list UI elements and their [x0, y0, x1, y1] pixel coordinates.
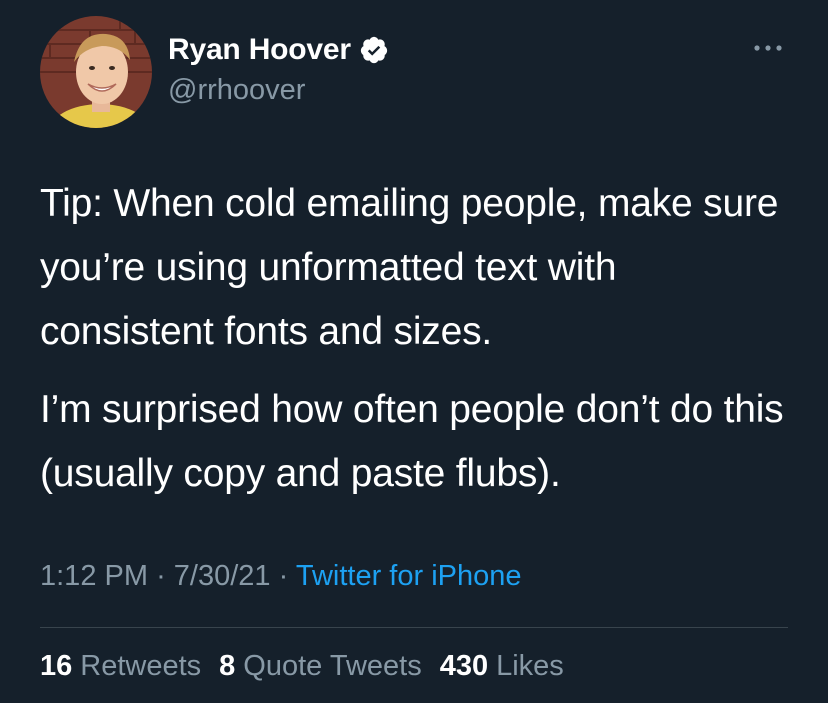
- meta-separator: ·: [278, 560, 289, 592]
- tweet-paragraph: I’m surprised how often people don’t do …: [40, 388, 784, 495]
- likes-count: 430: [439, 650, 489, 682]
- tweet-paragraph: Tip: When cold emailing people, make sur…: [40, 182, 779, 353]
- avatar[interactable]: [40, 16, 152, 128]
- meta-separator: ·: [156, 560, 166, 592]
- engagement-stats: 16 Retweets 8 Quote Tweets 430 Likes: [40, 650, 564, 683]
- tweet-header: Ryan Hoover @rrhoover: [40, 16, 788, 128]
- tweet-text: Tip: When cold emailing people, make sur…: [40, 172, 800, 506]
- retweets-stat[interactable]: 16 Retweets: [40, 650, 201, 683]
- likes-label: Likes: [496, 650, 564, 682]
- tweet-source-link[interactable]: Twitter for iPhone: [296, 560, 522, 592]
- more-horizontal-icon: [754, 45, 782, 51]
- name-row: Ryan Hoover: [168, 30, 389, 70]
- tweet-detail: Ryan Hoover @rrhoover Tip: When cold ema…: [0, 0, 828, 703]
- tweet-date[interactable]: 7/30/21: [174, 560, 271, 592]
- tweet-meta: 1:12 PM · 7/30/21 · Twitter for iPhone: [40, 560, 522, 593]
- verified-badge-icon: [359, 35, 389, 65]
- likes-stat[interactable]: 430 Likes: [440, 650, 564, 683]
- tweet-time[interactable]: 1:12 PM: [40, 560, 148, 592]
- quote-tweets-count: 8: [219, 650, 236, 682]
- avatar-image: [40, 16, 152, 128]
- quote-tweets-stat[interactable]: 8 Quote Tweets: [219, 650, 422, 683]
- divider: [40, 627, 788, 628]
- retweets-count: 16: [40, 650, 73, 682]
- display-name[interactable]: Ryan Hoover: [168, 33, 351, 67]
- quote-tweets-label: Quote Tweets: [243, 650, 422, 682]
- user-info: Ryan Hoover @rrhoover: [168, 30, 389, 107]
- more-options-button[interactable]: [750, 36, 786, 60]
- retweets-label: Retweets: [80, 650, 202, 682]
- user-handle[interactable]: @rrhoover: [168, 74, 389, 107]
